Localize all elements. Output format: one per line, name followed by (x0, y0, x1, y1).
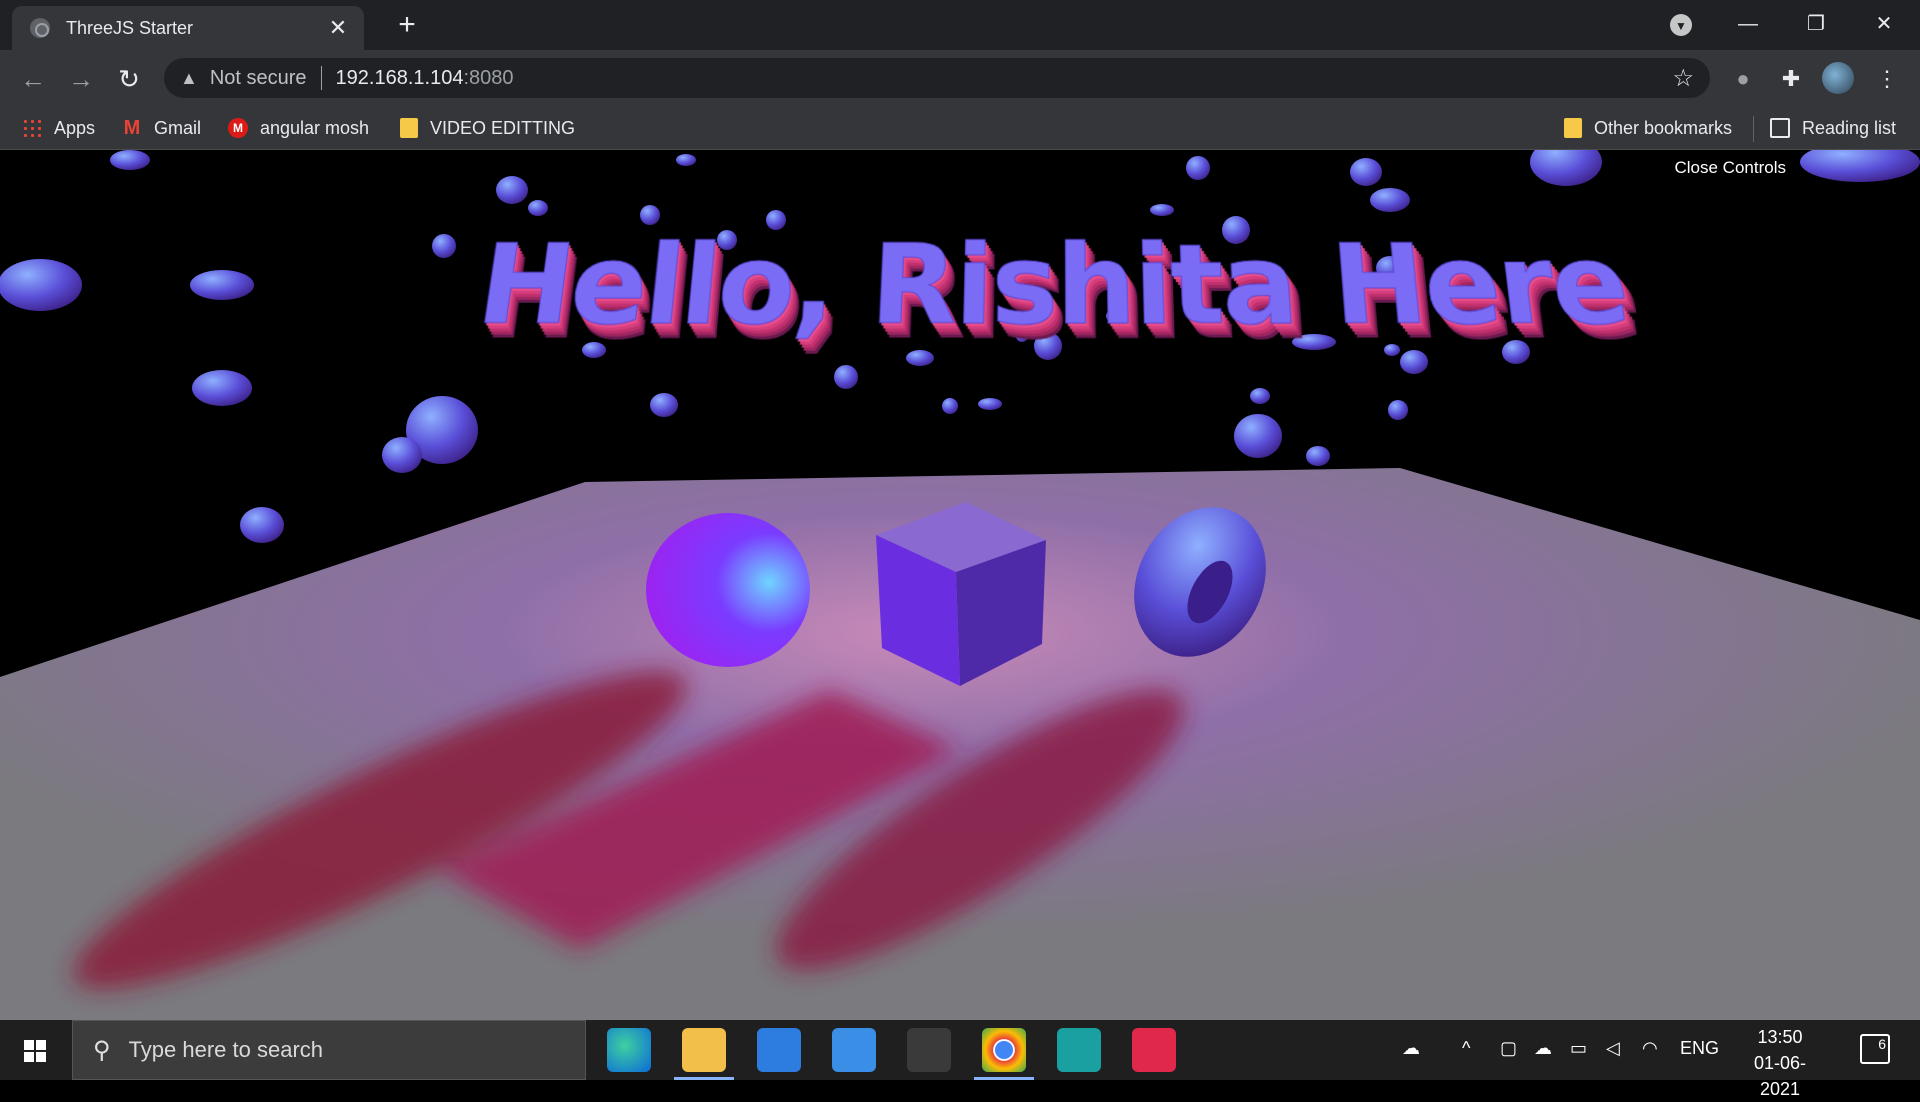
clock-date: 01-06-2021 (1753, 1053, 1807, 1099)
store-icon[interactable] (757, 1028, 801, 1072)
volume-icon[interactable]: ◁ (1606, 1038, 1620, 1059)
bookmark-gmail[interactable]: M Gmail (122, 116, 201, 140)
extension-mouse-icon[interactable]: ● (1728, 64, 1758, 94)
bookmarks-divider (1753, 116, 1754, 142)
address-bar[interactable]: ▲ Not secure 192.168.1.104 :8080 ☆ (164, 58, 1710, 98)
sphere (646, 513, 810, 667)
browser-menu-icon[interactable]: ⋮ (1872, 64, 1902, 94)
windows-start-icon[interactable] (0, 1020, 70, 1080)
new-tab-button[interactable]: + (390, 8, 424, 42)
search-icon: ⚲ (93, 1036, 111, 1064)
search-placeholder: Type here to search (128, 1037, 324, 1062)
apps-grid-icon (22, 118, 42, 138)
meet-icon[interactable]: ▢ (1500, 1038, 1517, 1059)
bookmark-apps-label: Apps (54, 117, 96, 138)
taskbar: ⚲ Type here to search ☁ ^ ▢ ☁ ▭ ◁ ◠ ENG … (0, 1020, 1920, 1099)
chrome-icon[interactable] (974, 1028, 1034, 1080)
bookmark-apps[interactable]: Apps (22, 116, 95, 140)
bookmark-star-icon[interactable]: ☆ (1672, 64, 1694, 93)
wifi-icon[interactable]: ◠ (1642, 1038, 1658, 1059)
video-editor-icon[interactable] (1132, 1028, 1176, 1072)
restore-button[interactable]: ❐ (1796, 6, 1836, 42)
tab-search-icon[interactable]: ▼ (1670, 14, 1692, 36)
threejs-canvas[interactable]: Hello, Rishita Here Close Controls (0, 150, 1920, 1020)
address-divider (320, 66, 322, 90)
edge-icon[interactable] (607, 1028, 651, 1072)
clock-time: 13:50 (1757, 1027, 1803, 1047)
reload-button[interactable]: ↻ (112, 62, 146, 96)
file-explorer-icon[interactable] (674, 1028, 734, 1080)
url-port: :8080 (463, 66, 514, 89)
close-controls-button[interactable]: Close Controls (1675, 158, 1787, 178)
angular-mosh-icon: M (228, 118, 248, 138)
bookmark-other-label: Other bookmarks (1594, 117, 1733, 138)
browser-toolbar: ← → ↻ ▲ Not secure 192.168.1.104 :8080 ☆… (0, 50, 1920, 106)
folder-icon (1564, 118, 1582, 138)
folder-icon (400, 118, 418, 138)
chevron-up-icon[interactable]: ^ (1462, 1038, 1470, 1059)
bookmark-video-editting[interactable]: VIDEO EDITTING (400, 116, 575, 140)
reading-list-label: Reading list (1802, 117, 1897, 138)
bookmark-angular-label: angular mosh (260, 117, 370, 138)
tab-title: ThreeJS Starter (66, 17, 194, 38)
filmora-icon[interactable] (1057, 1028, 1101, 1072)
url-host: 192.168.1.104 (335, 66, 464, 89)
bookmark-angular-mosh[interactable]: M angular mosh (228, 116, 369, 140)
taskbar-search[interactable]: ⚲ Type here to search (72, 1020, 586, 1080)
globe-icon (30, 18, 50, 38)
mail-icon[interactable] (832, 1028, 876, 1072)
language-indicator[interactable]: ENG (1680, 1038, 1719, 1059)
forward-button[interactable]: → (64, 62, 98, 96)
system-clock[interactable]: 13:50 01-06-2021 (1735, 1024, 1825, 1102)
close-window-button[interactable]: ✕ (1864, 6, 1904, 42)
extensions-puzzle-icon[interactable]: ✚ (1776, 64, 1806, 94)
app-icon[interactable] (907, 1028, 951, 1072)
cloud-icon[interactable]: ☁ (1402, 1038, 1420, 1059)
notification-center-icon[interactable]: 6 (1860, 1034, 1890, 1064)
reading-list[interactable]: Reading list (1770, 116, 1896, 140)
battery-icon[interactable]: ▭ (1570, 1038, 1587, 1059)
back-button[interactable]: ← (16, 62, 50, 96)
reading-list-icon (1770, 118, 1790, 138)
warning-icon[interactable]: ▲ (180, 68, 198, 89)
security-status[interactable]: Not secure (210, 67, 307, 90)
headline-3d-text: Hello, Rishita Here (470, 222, 1636, 350)
bookmark-gmail-label: Gmail (154, 117, 202, 138)
tab-close-icon[interactable]: ✕ (326, 15, 350, 41)
tab-strip: ThreeJS Starter ✕ + ▼ — ❐ ✕ (0, 0, 1920, 50)
bookmark-video-label: VIDEO EDITTING (430, 117, 576, 138)
onedrive-icon[interactable]: ☁ (1534, 1038, 1552, 1059)
gmail-icon: M (123, 117, 141, 139)
profile-avatar[interactable] (1822, 62, 1854, 94)
bookmark-other[interactable]: Other bookmarks (1564, 116, 1732, 140)
browser-tab[interactable]: ThreeJS Starter ✕ (12, 6, 364, 50)
minimize-button[interactable]: — (1728, 6, 1768, 42)
bookmarks-bar: Apps M Gmail M angular mosh VIDEO EDITTI… (0, 106, 1920, 150)
